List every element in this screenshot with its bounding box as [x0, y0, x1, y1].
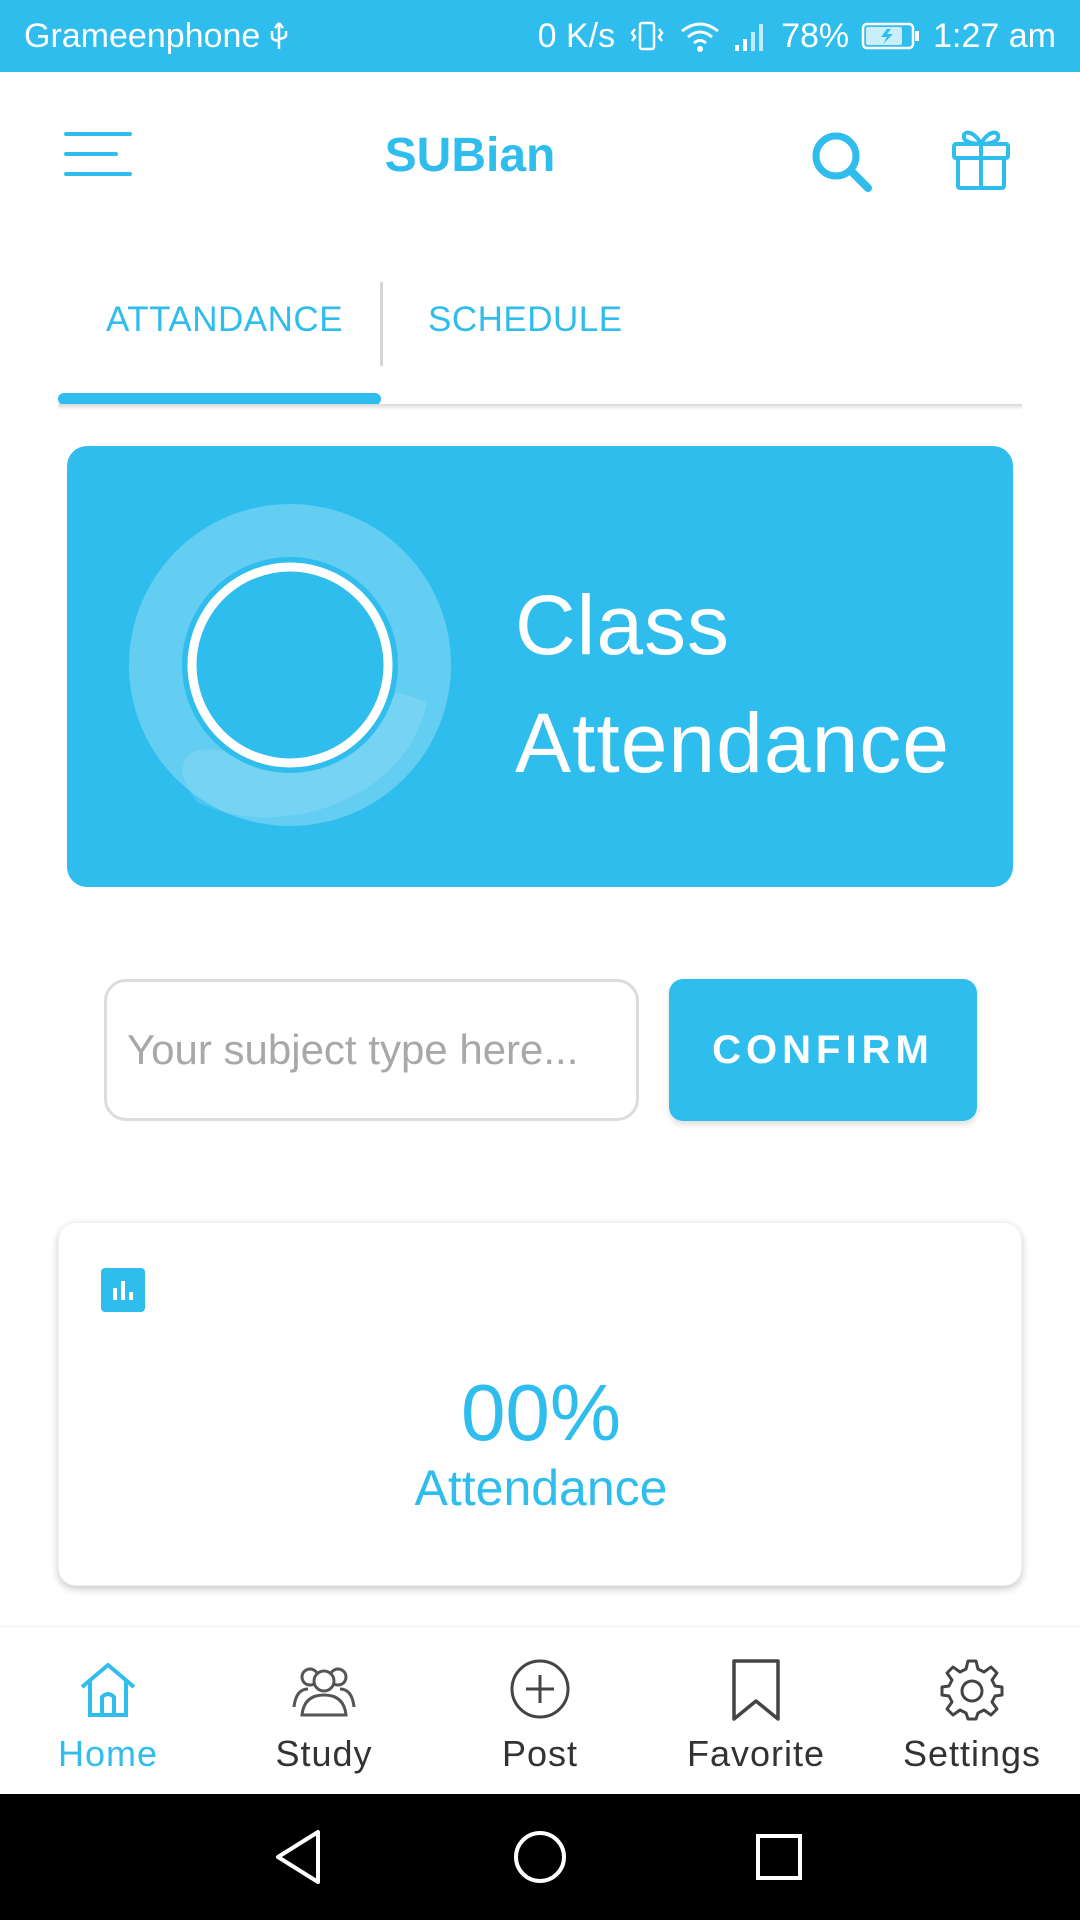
signal-icon — [733, 19, 769, 53]
menu-button[interactable] — [56, 128, 140, 184]
tab-bar-shadow — [58, 404, 1022, 410]
tab-bar: ATTANDANCE SCHEDULE — [58, 260, 1022, 410]
home-circle-icon[interactable] — [507, 1824, 573, 1890]
confirm-button[interactable]: CONFIRM — [669, 979, 977, 1121]
back-icon[interactable] — [268, 1824, 334, 1890]
attendance-label: Attendance — [414, 1460, 668, 1516]
group-icon — [292, 1667, 356, 1717]
hamburger-icon — [64, 132, 132, 176]
vibrate-icon — [627, 19, 667, 53]
nav-study[interactable]: Study — [216, 1627, 432, 1795]
wifi-icon — [679, 19, 721, 53]
tab-schedule[interactable]: SCHEDULE — [428, 300, 623, 340]
class-attendance-banner: Class Attendance — [67, 446, 1013, 887]
status-bar: Grameenphone 0 K/s 78% 1:27 am — [0, 0, 1080, 72]
status-icons: 0 K/s 78% 1:27 am — [538, 17, 1056, 56]
clock: 1:27 am — [933, 16, 1056, 55]
attendance-percent: 00% — [460, 1368, 622, 1457]
recents-icon[interactable] — [746, 1824, 812, 1890]
app-bar: SUBian — [0, 72, 1080, 242]
search-icon — [812, 132, 872, 192]
home-icon — [80, 1663, 136, 1717]
nav-study-label: Study — [275, 1733, 373, 1774]
battery-percent: 78% — [781, 16, 850, 55]
bar-chart-icon — [101, 1268, 145, 1312]
nav-home-label: Home — [57, 1733, 159, 1774]
bottom-navigation: Home Study Post Favorite Settings — [0, 1626, 1080, 1794]
system-navigation-bar — [0, 1794, 1080, 1920]
attendance-ring-icon — [129, 504, 451, 826]
carrier-group: Grameenphone — [24, 17, 290, 56]
carrier-name: Grameenphone — [24, 16, 261, 55]
gift-icon — [952, 130, 1010, 190]
search-button[interactable] — [806, 126, 876, 196]
tab-divider — [380, 282, 383, 366]
hero-title: Class Attendance — [515, 566, 950, 802]
nav-settings-label: Settings — [902, 1733, 1042, 1774]
app-title: SUBian — [384, 129, 556, 182]
subject-input[interactable] — [104, 979, 639, 1121]
nav-favorite[interactable]: Favorite — [648, 1627, 864, 1795]
tab-attandance[interactable]: ATTANDANCE — [106, 300, 343, 340]
nav-favorite-label: Favorite — [686, 1733, 826, 1774]
usb-icon — [268, 21, 290, 51]
battery-charging-icon — [861, 21, 921, 51]
hero-title-line1: Class — [515, 578, 731, 672]
bookmark-icon — [732, 1659, 780, 1721]
nav-home[interactable]: Home — [0, 1627, 216, 1795]
attendance-stats-card: 00% Attendance — [58, 1222, 1022, 1586]
nav-post[interactable]: Post — [432, 1627, 648, 1795]
hero-title-line2: Attendance — [515, 696, 951, 790]
nav-post-label: Post — [501, 1733, 579, 1774]
net-speed: 0 K/s — [537, 16, 616, 55]
gear-icon — [940, 1659, 1004, 1721]
add-circle-icon — [510, 1659, 570, 1719]
gift-button[interactable] — [946, 122, 1016, 192]
nav-settings[interactable]: Settings — [864, 1627, 1080, 1795]
